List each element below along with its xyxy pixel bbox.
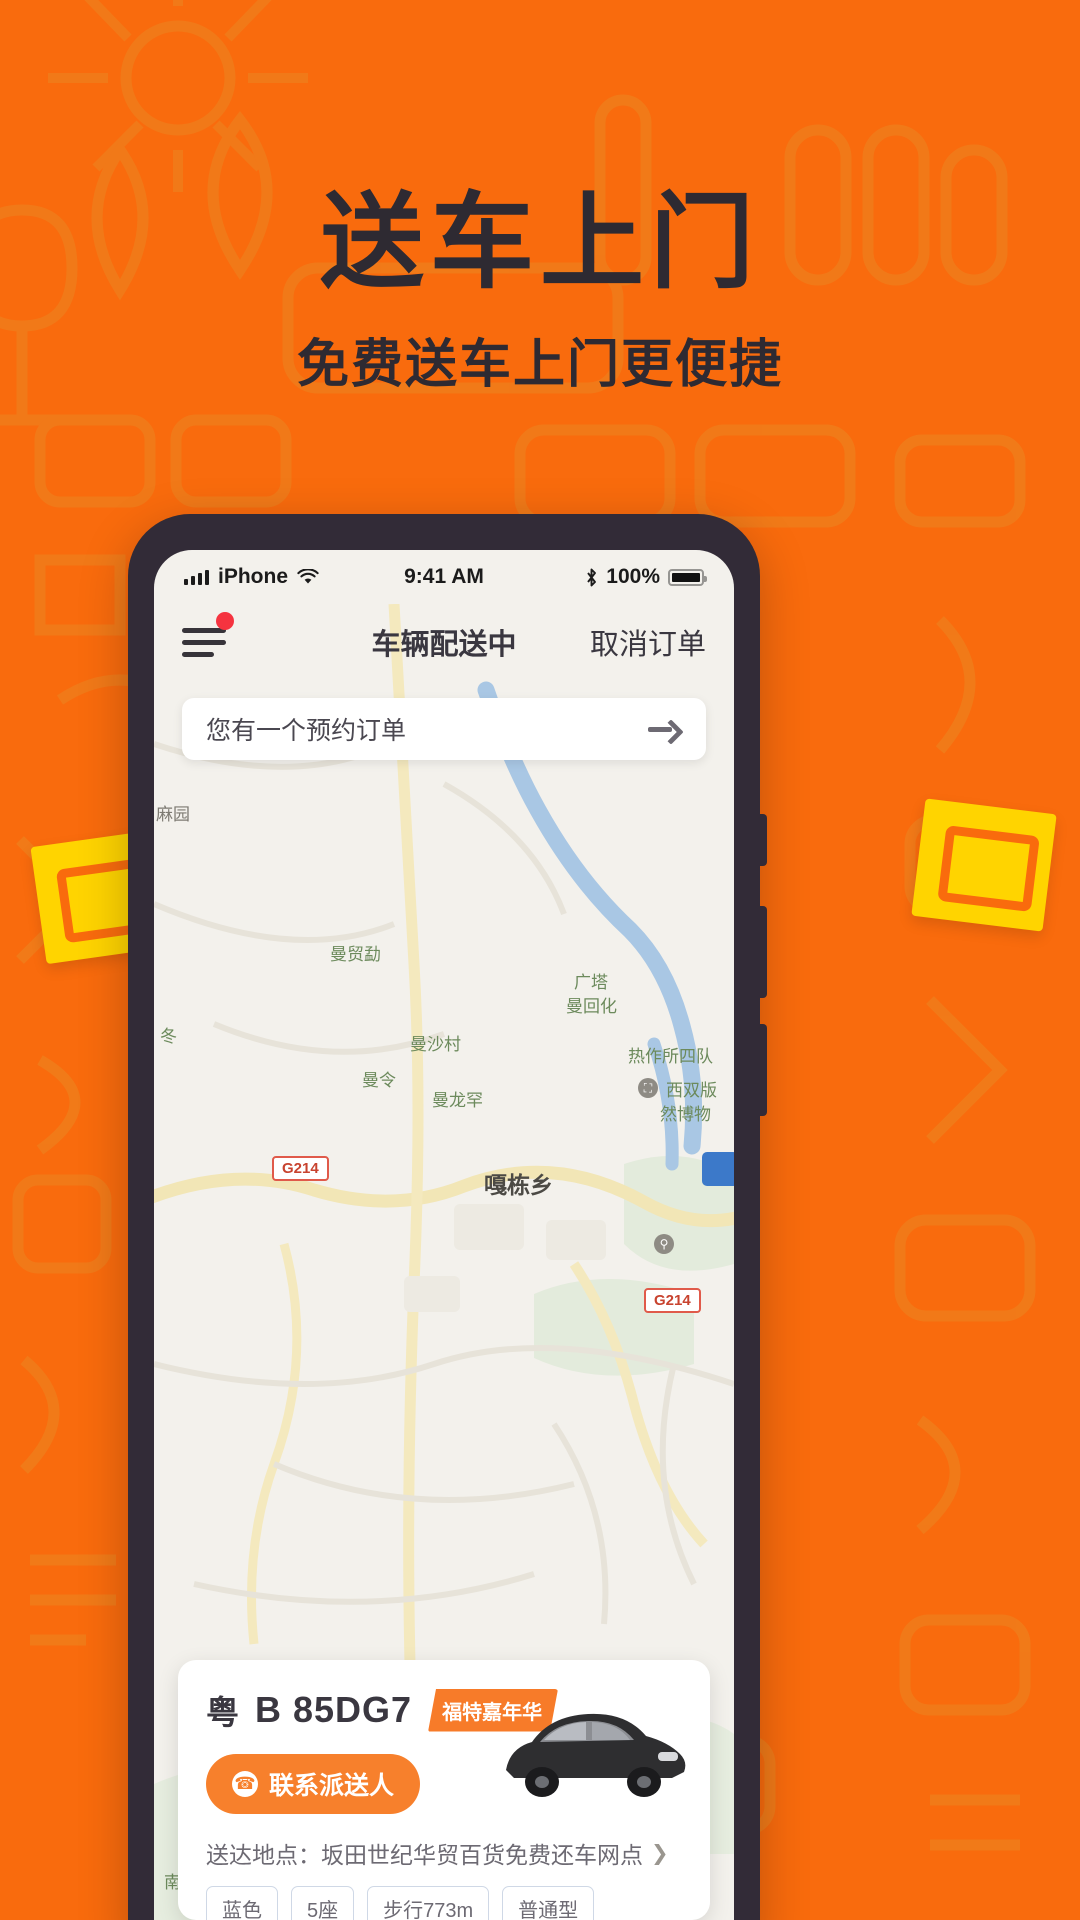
phone-screen: iPhone 9:41 AM 100% 麻园 曼贸勐 广塔 曼回化 冬 曼沙村 …: [154, 550, 734, 1920]
phone-volume-down-button[interactable]: [760, 1024, 767, 1116]
battery-percent-label: 100%: [606, 565, 660, 588]
map-label: 然博物: [660, 1105, 711, 1124]
map-label: 曼沙村: [410, 1035, 461, 1054]
museum-poi-icon[interactable]: ⛶: [638, 1078, 658, 1098]
map-label: 热作所四队: [628, 1047, 713, 1066]
plate-number-label: B 85DG7: [255, 1689, 413, 1730]
phone-mute-button[interactable]: [760, 814, 767, 866]
carrier-label: iPhone: [218, 565, 289, 588]
vehicle-info-card: 粤 B 85DG7 福特嘉年华 联系派送人 送达地点： 坂田世纪华贸百货免费还车…: [178, 1660, 710, 1920]
bluetooth-icon: [587, 568, 597, 586]
contact-driver-label: 联系派送人: [269, 1772, 395, 1800]
phone-mockup: iPhone 9:41 AM 100% 麻园 曼贸勐 广塔 曼回化 冬 曼沙村 …: [128, 514, 767, 1920]
reservation-notice-text: 您有一个预约订单: [206, 717, 407, 745]
map-label: 冬: [160, 1027, 177, 1046]
reservation-notice-bar[interactable]: 您有一个预约订单: [182, 698, 706, 760]
park-poi-icon[interactable]: ⚲: [654, 1234, 674, 1254]
map-label: 西双版: [666, 1081, 717, 1100]
arrow-right-icon[interactable]: [648, 719, 682, 739]
map-label: 广塔: [574, 973, 608, 992]
phone-call-icon: [232, 1771, 258, 1797]
wifi-icon: [297, 568, 319, 583]
app-header: 车辆配送中 取消订单: [154, 604, 734, 680]
battery-full-icon: [668, 568, 707, 586]
vehicle-attribute-tags: 蓝色 5座 步行773m 普通型: [206, 1886, 682, 1920]
signal-bars-icon: [184, 569, 209, 585]
map-label: 麻园: [156, 805, 190, 824]
destination-row[interactable]: 送达地点： 坂田世纪华贸百货免费还车网点 ❯: [206, 1836, 682, 1870]
vehicle-tag: 步行773m: [367, 1886, 490, 1920]
map-label: 嘎栋乡: [484, 1172, 553, 1198]
destination-label: 送达地点：: [206, 1842, 321, 1868]
map-label: 曼回化: [566, 997, 617, 1016]
contact-driver-button[interactable]: 联系派送人: [206, 1754, 421, 1814]
decorative-yellow-tab-right: [911, 798, 1057, 932]
phone-volume-up-button[interactable]: [760, 906, 767, 998]
page-title: 送车上门: [319, 185, 760, 301]
notification-dot-icon: [216, 611, 234, 630]
plate-province-label: 粤: [206, 1694, 239, 1731]
sedan-photo-icon: [506, 1713, 686, 1797]
status-bar: iPhone 9:41 AM 100%: [154, 550, 734, 604]
chevron-right-icon[interactable]: ❯: [651, 1841, 669, 1866]
hamburger-menu-icon[interactable]: [182, 611, 234, 664]
map-label: 曼贸勐: [330, 945, 381, 964]
vehicle-tag: 5座: [291, 1886, 355, 1920]
promo-heading-block: 送车上门 免费送车上门更便捷: [0, 186, 1080, 397]
road-shield-badge: G214: [644, 1288, 701, 1313]
vehicle-tag: 普通型: [502, 1886, 595, 1920]
vehicle-tag: 蓝色: [206, 1886, 278, 1920]
destination-value: 坂田世纪华贸百货免费还车网点: [321, 1842, 643, 1868]
cancel-order-button[interactable]: 取消订单: [590, 621, 706, 663]
page-subtitle: 免费送车上门更便捷: [296, 336, 783, 395]
road-shield-badge: G214: [272, 1156, 329, 1181]
map-label: 曼令: [362, 1071, 396, 1090]
map-label: 曼龙罕: [432, 1091, 483, 1110]
